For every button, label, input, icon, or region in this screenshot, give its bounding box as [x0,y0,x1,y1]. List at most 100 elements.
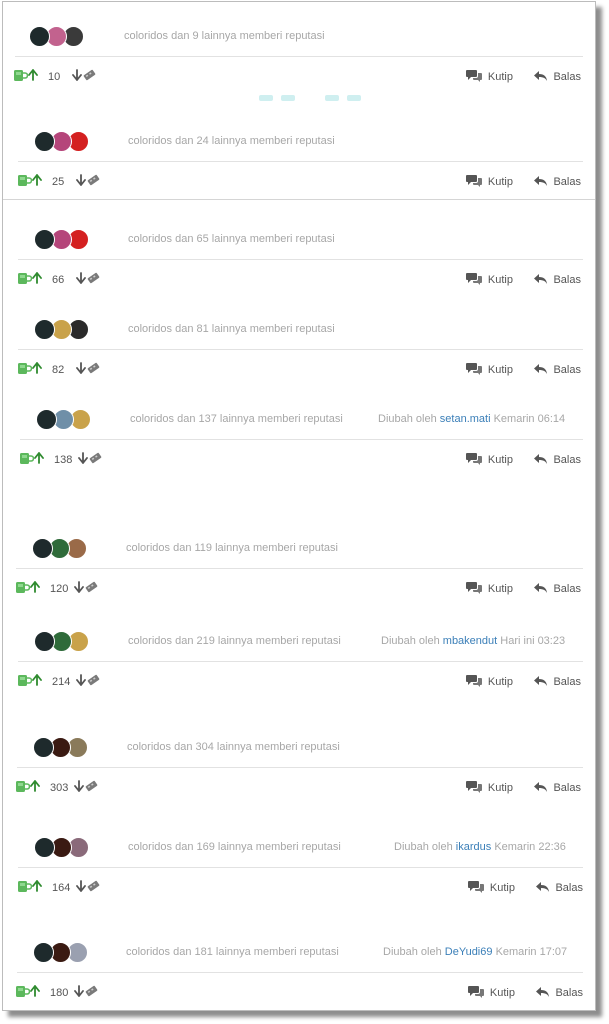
edited-by: Diubah oleh ikardus Kemarin 22:36 [394,835,566,859]
editor-username-link[interactable]: mbakendut [443,635,497,647]
arrow-up-icon [32,271,42,289]
reputation-row: coloridos dan 304 lainnya memberi reputa… [33,735,340,759]
avatar[interactable] [34,130,55,152]
quote-button[interactable]: Kutip [465,672,513,692]
green-mug-icon [17,673,33,692]
give-cendol-button[interactable] [17,879,42,898]
arrow-up-icon [32,361,42,379]
quote-label: Kutip [487,583,513,595]
give-cendol-button[interactable] [15,779,40,798]
give-cendol-button[interactable] [17,361,42,380]
reply-label: Balas [553,583,581,595]
reply-label: Balas [553,454,581,466]
arrow-up-icon [30,984,40,1002]
edited-by: Diubah oleh mbakendut Hari ini 03:23 [381,629,565,653]
reply-button[interactable]: Balas [533,778,581,798]
quote-button[interactable]: Kutip [465,270,513,290]
reply-button[interactable]: Balas [533,672,581,692]
arrow-up-icon [30,779,40,797]
give-bata-button[interactable] [76,361,101,380]
give-bata-button[interactable] [74,779,99,798]
reputation-avatars [32,537,87,559]
reply-button[interactable]: Balas [535,983,583,1003]
reply-button[interactable]: Balas [533,360,581,380]
vote-count: 138 [54,454,73,466]
quote-button[interactable]: Kutip [465,360,513,380]
reply-arrow-icon [535,986,555,1001]
quote-button[interactable]: Kutip [465,450,513,470]
reply-arrow-icon [533,675,553,690]
editor-username-link[interactable]: setan.mati [440,413,491,425]
give-bata-button[interactable] [76,173,101,192]
give-cendol-button[interactable] [17,271,42,290]
quote-button[interactable]: Kutip [465,579,513,599]
post-actions: 66 Kutip Balas [17,270,581,290]
arrow-up-icon [34,451,44,469]
reputation-row: coloridos dan 24 lainnya memberi reputas… [34,129,335,153]
post-actions: 10 Kutip Balas [13,67,581,87]
reply-button[interactable]: Balas [533,579,581,599]
give-bata-button[interactable] [74,984,99,1003]
avatar[interactable] [34,318,55,340]
reply-button[interactable]: Balas [533,172,581,192]
quote-button[interactable]: Kutip [467,878,515,898]
edited-time: Kemarin 06:14 [493,413,566,425]
quote-label: Kutip [487,364,513,376]
reply-button[interactable]: Balas [533,450,581,470]
editor-username-link[interactable]: DeYudi69 [445,946,493,958]
vote-control: 303 [15,778,99,798]
vote-count: 66 [52,274,65,286]
avatar[interactable] [34,836,55,858]
give-cendol-button[interactable] [13,68,38,87]
avatar[interactable] [33,736,54,758]
reputation-row: coloridos dan 137 lainnya memberi reputa… [36,407,343,431]
divider [18,661,583,662]
green-mug-icon [15,779,31,798]
give-cendol-button[interactable] [19,451,44,470]
reputation-text: coloridos dan 137 lainnya memberi reputa… [130,413,343,425]
give-cendol-button[interactable] [17,673,42,692]
reply-label: Balas [553,676,581,688]
reputation-row: coloridos dan 9 lainnya memberi reputasi [29,24,325,48]
quote-button[interactable]: Kutip [465,172,513,192]
reply-button[interactable]: Balas [533,270,581,290]
avatar[interactable] [32,537,53,559]
reputation-text: coloridos dan 9 lainnya memberi reputasi [124,30,325,42]
reputation-avatars [33,941,88,963]
divider [18,259,583,260]
avatar[interactable] [33,941,54,963]
reputation-text: coloridos dan 169 lainnya memberi reputa… [128,841,341,853]
reply-button[interactable]: Balas [533,67,581,87]
editor-username-link[interactable]: ikardus [456,841,491,853]
give-bata-button[interactable] [78,451,103,470]
give-bata-button[interactable] [76,879,101,898]
reply-arrow-icon [533,453,553,468]
give-bata-button[interactable] [72,68,97,87]
give-bata-button[interactable] [76,673,101,692]
give-cendol-button[interactable] [15,580,40,599]
speech-bubbles-icon [465,780,488,796]
quote-button[interactable]: Kutip [467,983,515,1003]
quote-label: Kutip [487,782,513,794]
post-actions: 180 Kutip Balas [15,983,583,1003]
avatar[interactable] [36,408,57,430]
speech-bubbles-icon [467,880,490,896]
reputation-text: coloridos dan 24 lainnya memberi reputas… [128,135,335,147]
edited-time: Kemarin 22:36 [494,841,566,853]
avatar[interactable] [34,630,55,652]
quote-button[interactable]: Kutip [465,67,513,87]
vote-count: 25 [52,176,65,188]
vote-control: 180 [15,983,99,1003]
give-cendol-button[interactable] [17,173,42,192]
arrow-down-icon [74,580,84,598]
give-bata-button[interactable] [74,580,99,599]
give-bata-button[interactable] [76,271,101,290]
avatar[interactable] [34,228,55,250]
avatar[interactable] [29,25,50,47]
reply-button[interactable]: Balas [535,878,583,898]
give-cendol-button[interactable] [15,984,40,1003]
reputation-avatars [34,130,89,152]
divider [20,439,583,440]
edited-by: Diubah oleh DeYudi69 Kemarin 17:07 [383,940,567,964]
quote-button[interactable]: Kutip [465,778,513,798]
